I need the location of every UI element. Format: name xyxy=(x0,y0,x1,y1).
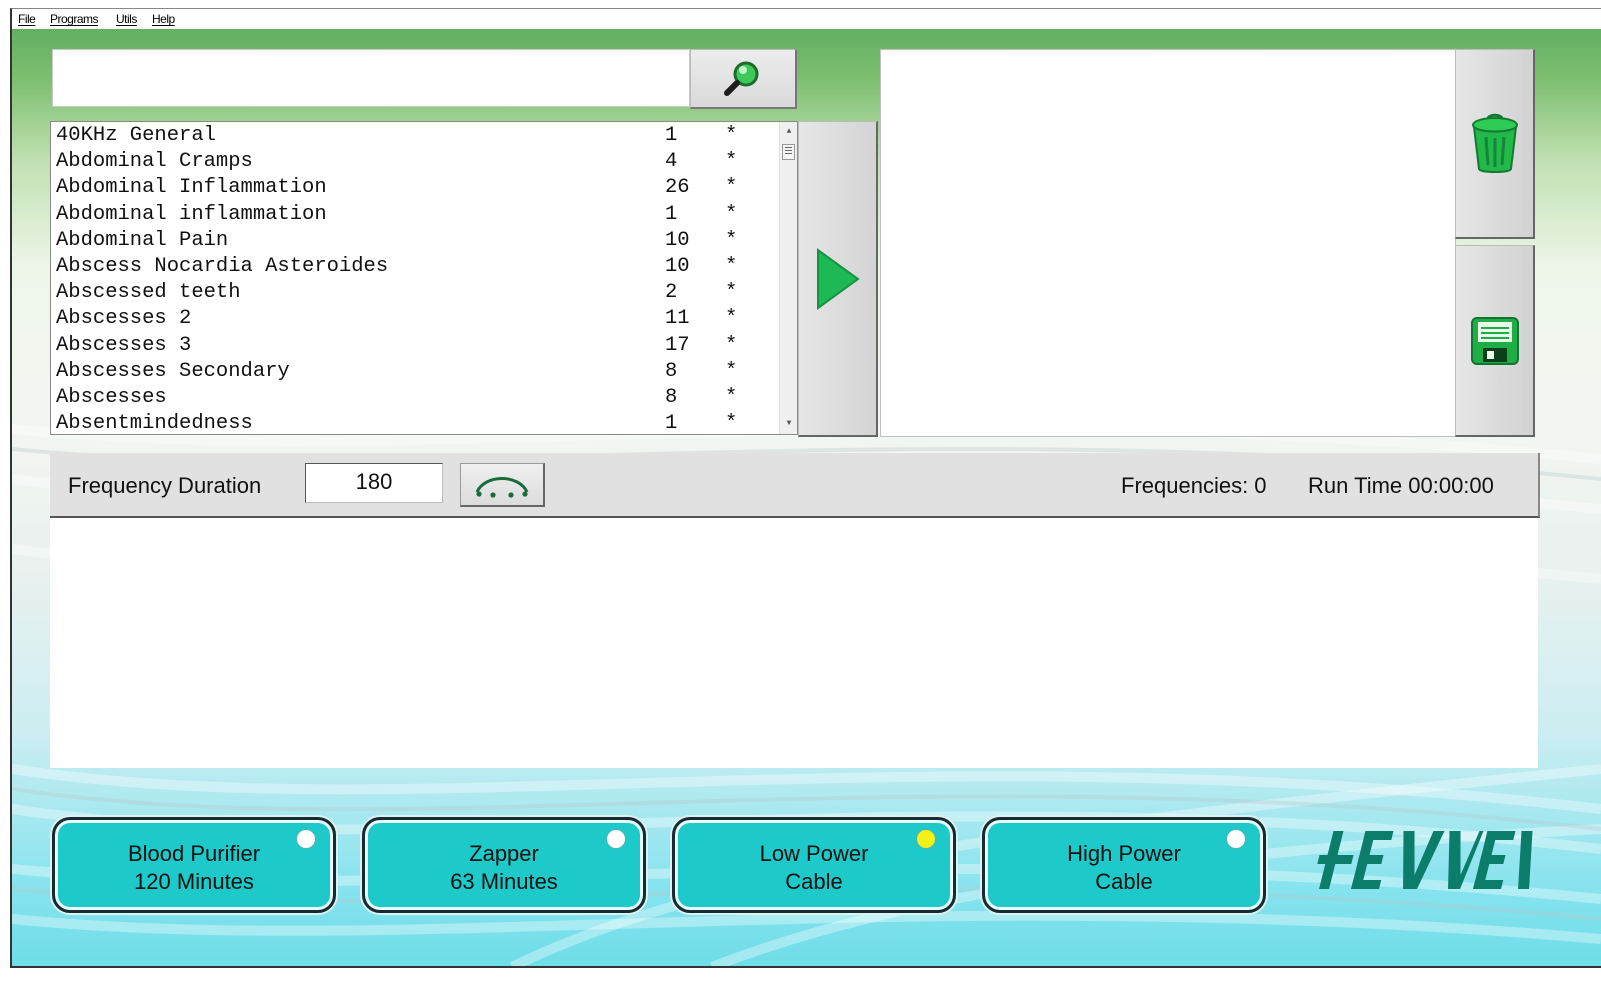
output-area xyxy=(50,518,1538,768)
mode-sublabel: 63 Minutes xyxy=(450,869,558,894)
program-row[interactable]: Abscesses Secondary 8 * xyxy=(51,359,779,385)
menu-utils[interactable]: Utils xyxy=(116,9,137,29)
program-name: Abscesses 3 xyxy=(56,333,192,357)
mode-label: Blood Purifier xyxy=(127,841,261,866)
program-mark: * xyxy=(725,255,738,278)
mode-label: Low Power xyxy=(759,841,869,866)
search-box xyxy=(52,49,690,107)
low-power-cable-button[interactable]: Low Power Cable xyxy=(672,817,956,913)
wave-button[interactable] xyxy=(460,463,545,507)
program-mark: * xyxy=(725,333,738,357)
program-mark: * xyxy=(725,202,738,226)
program-mark: * xyxy=(725,307,738,331)
program-row[interactable]: Abdominal Inflammation 26 * xyxy=(51,175,779,201)
status-led xyxy=(297,830,315,848)
program-count: 17 xyxy=(665,333,690,357)
search-input[interactable] xyxy=(53,50,689,106)
program-count: 1 xyxy=(665,202,678,226)
magnifier-icon xyxy=(724,61,759,96)
frequency-duration-input[interactable]: 180 xyxy=(305,463,443,503)
zapper-button[interactable]: Zapper 63 Minutes xyxy=(362,817,646,913)
program-name: Absentmindedness xyxy=(56,412,253,435)
program-list[interactable]: 40KHz General 1 * Abdominal Cramps 4 * Abdomin… xyxy=(50,121,798,435)
program-count: 4 xyxy=(665,150,678,174)
program-count: 11 xyxy=(665,307,690,331)
program-row[interactable]: 40KHz General 1 * xyxy=(51,123,779,149)
menu-help[interactable]: Help xyxy=(152,9,175,29)
program-row[interactable]: Abscesses 2 11 * xyxy=(51,306,779,332)
program-mark: * xyxy=(725,150,738,174)
selected-programs-panel[interactable] xyxy=(880,49,1456,437)
program-name: Abdominal Inflammation xyxy=(56,176,327,200)
program-mark: * xyxy=(725,281,738,305)
program-row[interactable]: Abdominal Cramps 4 * xyxy=(51,149,779,175)
play-arrow-icon xyxy=(816,247,860,310)
frequencies-count: Frequencies: 0 xyxy=(1121,473,1267,498)
program-row[interactable]: Abscess Nocardia Asteroides 10 * xyxy=(51,254,779,280)
program-name: Abdominal inflammation xyxy=(56,202,327,226)
program-row[interactable]: Abscesses 8 * xyxy=(51,385,779,411)
status-bar: Frequency Duration 180 Frequencies: 0 Ru… xyxy=(50,453,1540,518)
program-row[interactable]: Absentmindedness 1 * xyxy=(51,411,779,435)
scroll-thumb[interactable] xyxy=(782,144,795,160)
status-led xyxy=(607,830,625,848)
status-led xyxy=(917,830,935,848)
high-power-cable-button[interactable]: High Power Cable xyxy=(982,817,1266,913)
mode-sublabel: 120 Minutes xyxy=(134,869,254,894)
save-button[interactable] xyxy=(1455,245,1535,437)
floppy-disk-icon xyxy=(1470,316,1519,365)
menu-programs[interactable]: Programs xyxy=(50,9,99,29)
program-row[interactable]: Abdominal inflammation 1 * xyxy=(51,202,779,228)
delete-button[interactable] xyxy=(1455,49,1535,239)
program-name: Abscesses xyxy=(56,386,167,409)
mode-sublabel: Cable xyxy=(785,869,843,894)
search-button[interactable] xyxy=(690,49,797,109)
wave-dots-icon xyxy=(475,476,529,498)
program-row[interactable]: Abdominal Pain 10 * xyxy=(51,228,779,254)
program-count: 1 xyxy=(665,124,678,147)
program-count: 8 xyxy=(665,359,678,383)
mode-sublabel: Cable xyxy=(1095,869,1153,894)
status-led xyxy=(1227,830,1245,848)
list-scrollbar[interactable]: ▲ ▼ xyxy=(779,122,797,434)
program-name: Abdominal Pain xyxy=(56,228,229,252)
program-count: 8 xyxy=(665,386,678,409)
run-time: Run Time 00:00:00 xyxy=(1308,473,1494,498)
trash-can-icon xyxy=(1471,113,1518,173)
program-mark: * xyxy=(725,228,738,252)
program-name: Abscesses Secondary xyxy=(56,359,290,383)
program-name: Abscesses 2 xyxy=(56,307,192,331)
program-name: 40KHz General xyxy=(56,124,216,147)
program-count: 2 xyxy=(665,281,678,305)
program-mark: * xyxy=(725,412,738,435)
app-window: File Programs Utils Help 40KHz General 1 *… xyxy=(10,8,1601,968)
program-row[interactable]: Abscesses 3 17 * xyxy=(51,333,779,359)
brand-logo xyxy=(1317,831,1533,889)
program-mark: * xyxy=(725,359,738,383)
frequency-duration-label: Frequency Duration xyxy=(68,473,262,498)
program-count: 26 xyxy=(665,176,690,200)
program-mark: * xyxy=(725,386,738,409)
menu-file[interactable]: File xyxy=(18,9,36,29)
scroll-down-icon[interactable]: ▼ xyxy=(780,416,797,432)
program-mark: * xyxy=(725,176,738,200)
mode-label: High Power xyxy=(1067,841,1181,866)
menu-bar: File Programs Utils Help xyxy=(12,9,1601,29)
program-count: 10 xyxy=(665,255,690,278)
program-name: Abscess Nocardia Asteroides xyxy=(56,255,389,278)
mode-label: Zapper xyxy=(469,841,539,866)
program-name: Abdominal Cramps xyxy=(56,150,253,174)
program-count: 1 xyxy=(665,412,678,435)
blood-purifier-button[interactable]: Blood Purifier 120 Minutes xyxy=(52,817,336,913)
program-name: Abscessed teeth xyxy=(56,281,241,305)
add-program-button[interactable] xyxy=(798,121,878,437)
program-row[interactable]: Abscessed teeth 2 * xyxy=(51,280,779,306)
program-mark: * xyxy=(725,124,738,147)
program-count: 10 xyxy=(665,228,690,252)
scroll-up-icon[interactable]: ▲ xyxy=(780,124,797,140)
